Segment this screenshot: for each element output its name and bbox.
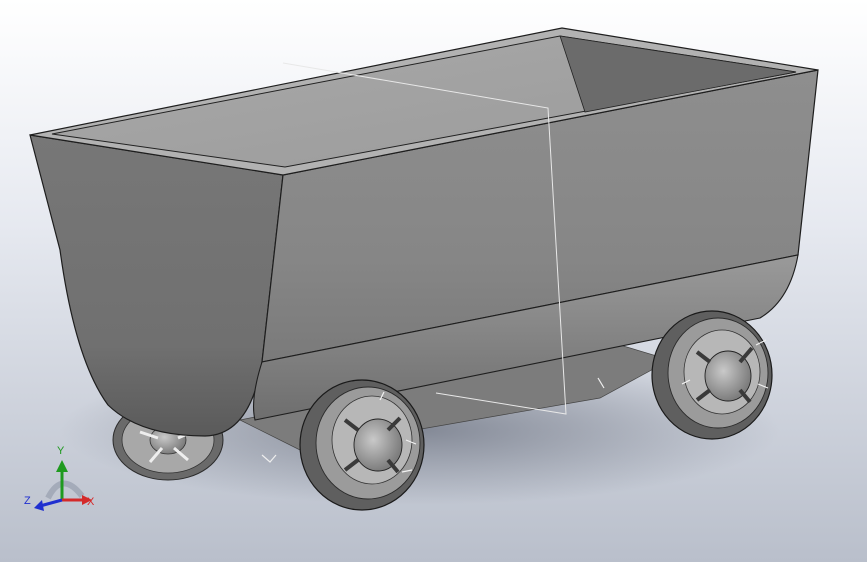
triad-y-label: Y xyxy=(57,445,65,457)
mine-cart-model[interactable]: Y X Z xyxy=(0,0,867,562)
triad-y-arrow xyxy=(56,460,68,472)
front-wheel-left[interactable] xyxy=(299,379,425,511)
triad-x-label: X xyxy=(87,496,95,508)
cart-front-face xyxy=(29,134,284,437)
triad-z-label: Z xyxy=(24,495,31,507)
triad-z-axis xyxy=(39,498,63,508)
triad-z-arrow xyxy=(34,500,44,511)
triad-arc xyxy=(45,480,85,500)
front-wheel-right[interactable] xyxy=(651,310,773,440)
graphics-viewport[interactable]: Y X Z xyxy=(0,0,867,562)
